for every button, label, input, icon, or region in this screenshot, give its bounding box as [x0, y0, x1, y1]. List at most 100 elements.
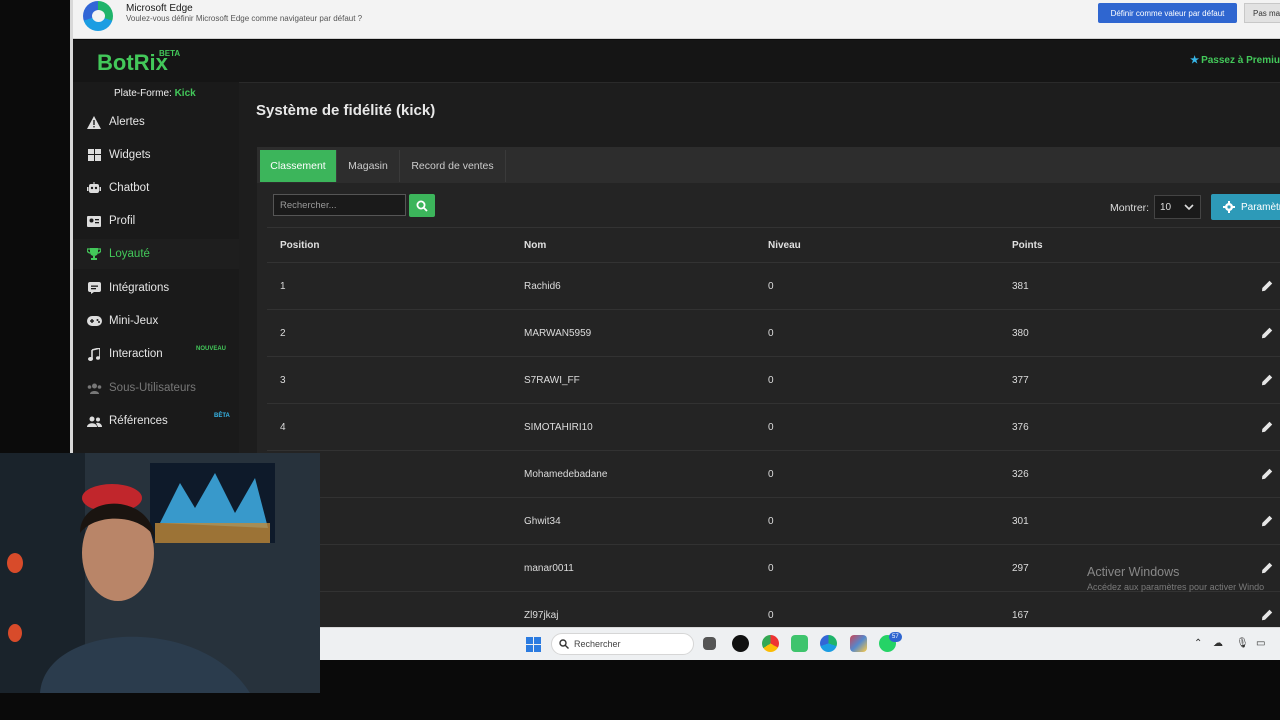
task-view-icon[interactable] — [703, 637, 716, 650]
cell-points: 381 — [1012, 281, 1029, 292]
edit-icon[interactable] — [1261, 515, 1273, 527]
cell-points: 377 — [1012, 375, 1029, 386]
microphone-icon[interactable]: 🎙 — [1236, 638, 1249, 649]
table-row: 3 S7RAWI_FF 0 377 — [267, 357, 1280, 404]
edit-icon[interactable] — [1261, 327, 1273, 339]
sidebar-item-integrations[interactable]: Intégrations — [73, 273, 239, 303]
cell-level: 0 — [768, 563, 774, 574]
sidebar-item-interaction[interactable]: Interaction NOUVEAU — [73, 339, 239, 369]
sidebar-item-widgets[interactable]: Widgets — [73, 140, 239, 170]
sidebar-item-label: Widgets — [109, 149, 151, 161]
display-icon[interactable]: ▭ — [1256, 638, 1265, 649]
sidebar-item-references[interactable]: Références BÊTA — [73, 406, 239, 436]
sidebar-item-label: Chatbot — [109, 182, 150, 194]
chevron-up-icon[interactable]: ⌃ — [1194, 638, 1202, 649]
edge-bar-title: Microsoft Edge — [126, 3, 193, 14]
sidebar-item-profil[interactable]: Profil — [73, 206, 239, 236]
table-row: Mohamedebadane 0 326 — [267, 451, 1280, 498]
windows-start-icon[interactable] — [526, 637, 541, 652]
webcam-feed — [0, 453, 320, 693]
edit-icon[interactable] — [1261, 280, 1273, 292]
settings-button-label: Paramètres — [1241, 202, 1280, 213]
star-icon: ★ — [1190, 55, 1200, 66]
sidebar-item-chatbot[interactable]: Chatbot — [73, 173, 239, 203]
users-icon — [86, 380, 102, 396]
taskbar-search-text: Rechercher — [574, 639, 621, 649]
photos-icon[interactable] — [850, 635, 867, 652]
edge-icon[interactable] — [820, 635, 837, 652]
search-input[interactable] — [273, 194, 406, 216]
taskbar-search[interactable]: Rechercher — [551, 633, 694, 655]
table-row: 4 SIMOTAHIRI10 0 376 — [267, 404, 1280, 451]
show-entries-select[interactable]: 10 — [1154, 195, 1201, 219]
go-premium-link[interactable]: ★ Passez à Premiu — [1190, 55, 1280, 66]
chrome-icon[interactable] — [762, 635, 779, 652]
search-button[interactable] — [409, 194, 435, 217]
cell-points: 167 — [1012, 610, 1029, 621]
beta-badge: BÊTA — [214, 413, 230, 419]
tab-record-de-ventes[interactable]: Record de ventes — [400, 150, 506, 182]
activate-windows-subtitle: Accédez aux paramètres pour activer Wind… — [1087, 582, 1265, 592]
botrix-logo[interactable]: BotRix — [97, 50, 168, 76]
sidebar-item-label: Loyauté — [109, 248, 150, 260]
edit-icon[interactable] — [1261, 421, 1273, 433]
cell-name: Zl97jkaj — [524, 610, 559, 621]
windows-taskbar: Rechercher 57 ⌃ ☁ 🎙 ▭ — [320, 627, 1280, 660]
show-entries-value: 10 — [1160, 202, 1172, 213]
cell-level: 0 — [768, 375, 774, 386]
column-header-niveau[interactable]: Niveau — [768, 240, 801, 251]
table-header: Position Nom Niveau Points — [267, 227, 1280, 263]
sidebar-item-label: Interaction — [109, 348, 163, 360]
sidebar-item-label: Intégrations — [109, 282, 170, 294]
settings-button[interactable]: Paramètres — [1211, 194, 1280, 220]
edit-icon[interactable] — [1261, 609, 1273, 621]
tiktok-icon[interactable] — [732, 635, 749, 652]
cell-name: Rachid6 — [524, 281, 561, 292]
cell-level: 0 — [768, 610, 774, 621]
cell-points: 380 — [1012, 328, 1029, 339]
show-entries-label: Montrer: — [1110, 202, 1150, 214]
cell-name: manar0011 — [524, 563, 574, 574]
tab-classement[interactable]: Classement — [260, 150, 337, 182]
tab-magasin[interactable]: Magasin — [337, 150, 400, 182]
sidebar-item-label: Références — [109, 415, 168, 427]
cell-position: 4 — [280, 422, 286, 433]
robot-icon — [86, 180, 102, 196]
cell-level: 0 — [768, 328, 774, 339]
top-navbar: BotRix BETA ★ Passez à Premiu — [73, 40, 1280, 83]
trophy-icon — [86, 246, 102, 262]
music-icon — [86, 346, 102, 362]
cell-points: 376 — [1012, 422, 1029, 433]
column-header-nom[interactable]: Nom — [524, 240, 546, 251]
edit-icon[interactable] — [1261, 374, 1273, 386]
gears-icon — [1223, 201, 1235, 213]
sidebar-item-loyaute[interactable]: Loyauté — [73, 239, 239, 269]
not-now-button[interactable]: Pas ma — [1244, 3, 1280, 23]
sidebar-item-label: Alertes — [109, 116, 145, 128]
id-card-icon — [86, 213, 102, 229]
sidebar-item-alertes[interactable]: Alertes — [73, 107, 239, 137]
user-friends-icon — [86, 413, 102, 429]
sidebar-item-label: Sous-Utilisateurs — [109, 382, 196, 394]
grid-icon — [86, 147, 102, 163]
beta-badge: BETA — [159, 49, 181, 58]
column-header-points[interactable]: Points — [1012, 240, 1043, 251]
webcam-overlay — [0, 453, 320, 693]
sidebar-item-sous-utilisateurs[interactable]: Sous-Utilisateurs — [73, 373, 239, 403]
sidebar-item-mini-jeux[interactable]: Mini-Jeux — [73, 306, 239, 336]
cell-name: SIMOTAHIRI10 — [524, 422, 593, 433]
app-icon[interactable] — [791, 635, 808, 652]
set-default-button[interactable]: Définir comme valeur par défaut — [1098, 3, 1237, 23]
table-row: Ghwit34 0 301 — [267, 498, 1280, 545]
gamepad-icon — [86, 313, 102, 329]
column-header-position[interactable]: Position — [280, 240, 319, 251]
loyalty-panel: Classement Magasin Record de ventes Mont… — [257, 147, 1280, 639]
edit-icon[interactable] — [1261, 468, 1273, 480]
edit-icon[interactable] — [1261, 562, 1273, 574]
network-icon[interactable]: ☁ — [1213, 638, 1223, 649]
tab-bar: Classement Magasin Record de ventes — [257, 147, 1280, 183]
platform-indicator: Plate-Forme: Kick — [114, 88, 196, 99]
cell-level: 0 — [768, 281, 774, 292]
page-title: Système de fidélité (kick) — [256, 102, 436, 119]
chevron-down-icon — [1184, 204, 1194, 211]
